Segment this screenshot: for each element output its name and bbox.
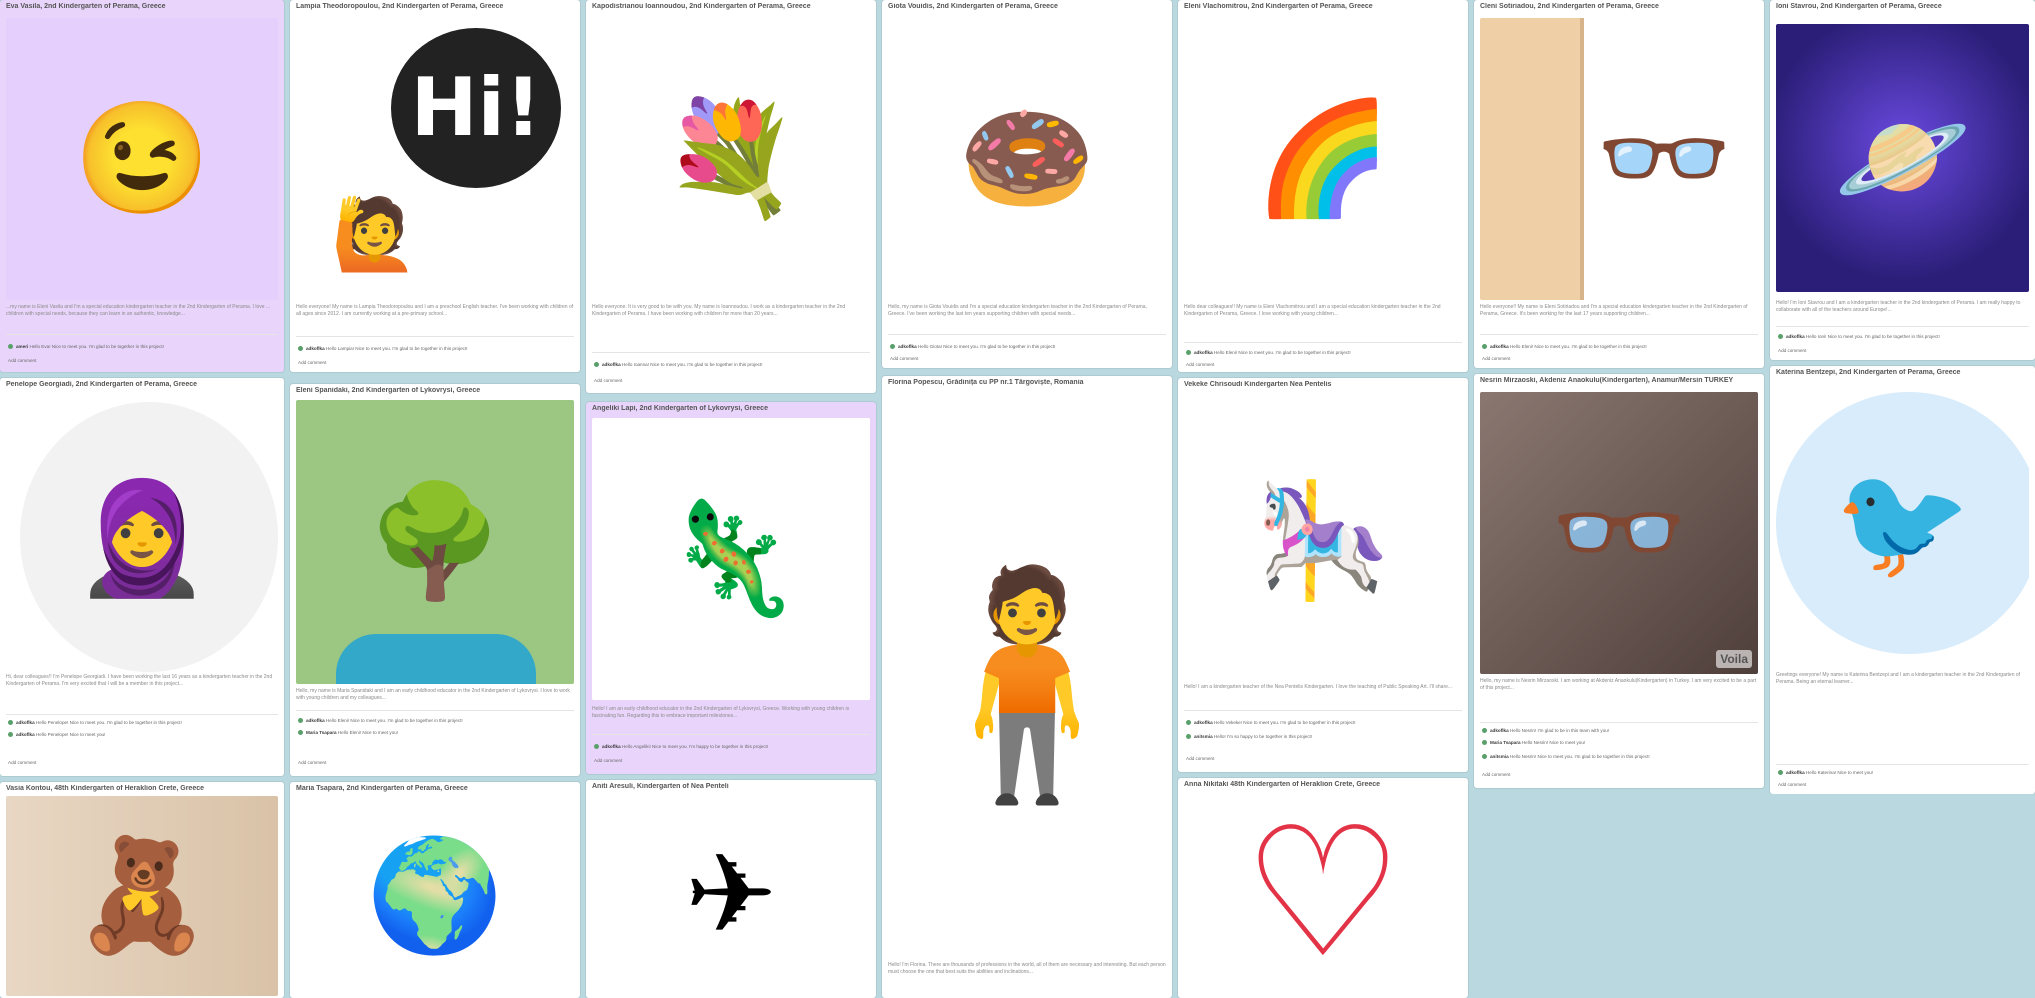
- post-card[interactable]: Lampia Theodoropoulou, 2nd Kindergarten …: [290, 0, 580, 372]
- post-title: Eva Vasila, 2nd Kindergarten of Perama, …: [6, 3, 166, 10]
- post-body: Hello everyone! My name is Lampia Theodo…: [296, 304, 574, 317]
- photo-with-puppet-icon: 🧸: [6, 796, 278, 996]
- add-comment-link[interactable]: Add comment: [8, 760, 276, 766]
- post-body: Hello, my name is Giota Vouidis and I'm …: [888, 304, 1147, 317]
- comment: adkoflka Hello Eleni! Nice to meet you. …: [298, 718, 572, 724]
- post-body: Hi, dear colleagues!! I'm Penelope Georg…: [6, 674, 273, 687]
- bitmoji-globe-icon: 🌍: [296, 796, 574, 996]
- bitmoji-dashed-heart-icon: ♡: [1184, 792, 1462, 996]
- post-body: Hello! I am an early childhood educator …: [592, 706, 850, 719]
- post-title: Vekeke Chrisoudi Kindergarten Nea Pentel…: [1184, 381, 1332, 388]
- comment: adkoflka Hello Vekeke! Nice to meet you.…: [1186, 720, 1460, 726]
- avatar-tree-portrait-icon: 🌳: [296, 400, 574, 684]
- bitmoji-donut-icon: 🍩: [888, 18, 1166, 300]
- post-title: Giota Vouidis, 2nd Kindergarten of Peram…: [888, 3, 1058, 10]
- post-card[interactable]: Eva Vasila, 2nd Kindergarten of Perama, …: [0, 0, 284, 372]
- comment: adkoflka Hello Lampia! Nice to meet you.…: [298, 346, 572, 352]
- bitmoji-full-body-thinking-icon: 🧍: [888, 394, 1166, 974]
- add-comment-link[interactable]: Add comment: [298, 360, 572, 366]
- comment: adkoflka Hello Giota! Nice to meet you. …: [890, 344, 1164, 350]
- post-body: Hello everyone. It is very good to be wi…: [592, 304, 846, 317]
- post-card[interactable]: Anna Nikitaki 48th Kindergarten of Herak…: [1178, 778, 1468, 998]
- post-title: Cleni Sotiriadou, 2nd Kindergarten of Pe…: [1480, 3, 1659, 10]
- post-card[interactable]: Eleni Vlachomitrou, 2nd Kindergarten of …: [1178, 0, 1468, 372]
- comment: adkoflka Hello Ioni! Nice to meet you. I…: [1778, 334, 2027, 340]
- add-comment-link[interactable]: Add comment: [1186, 362, 1460, 368]
- comment: anitsmia Hello! I'm so happy to be toget…: [1186, 734, 1460, 740]
- post-title: Ioni Stavrou, 2nd Kindergarten of Perama…: [1776, 3, 1942, 10]
- add-comment-link[interactable]: Add comment: [1778, 782, 2027, 788]
- bitmoji-hi-speech-bubble-icon: Hi! 🙋: [296, 18, 574, 300]
- bitmoji-space-heart-planet-icon: 🪐: [1776, 24, 2029, 292]
- add-comment-link[interactable]: Add comment: [1186, 756, 1460, 762]
- post-title: Eleni Vlachomitrou, 2nd Kindergarten of …: [1184, 3, 1373, 10]
- bitmoji-rainbow-slide-icon: 🌈: [1184, 18, 1462, 300]
- comment: adkoflka Hello Nesrin! I'm glad to be in…: [1482, 728, 1756, 734]
- comment: adkoflka Hello Penelope! Nice to meet yo…: [8, 732, 276, 738]
- post-card[interactable]: Penelope Georgiadi, 2nd Kindergarten of …: [0, 378, 284, 776]
- add-comment-link[interactable]: Add comment: [594, 378, 868, 384]
- add-comment-link[interactable]: Add comment: [8, 358, 276, 364]
- post-card[interactable]: Giota Vouidis, 2nd Kindergarten of Peram…: [882, 0, 1172, 368]
- add-comment-link[interactable]: Add comment: [1482, 356, 1756, 362]
- post-body: Hello, my name is Nesrin Mirzaoski. I am…: [1480, 678, 1757, 691]
- comment: adkoflka Hello Ioanna! Nice to meet you.…: [594, 362, 868, 368]
- post-title: Angeliki Lapi, 2nd Kindergarten of Lykov…: [592, 405, 768, 412]
- comment: Maria Tsapara Hello Eleni! Nice to meet …: [298, 730, 572, 736]
- post-card[interactable]: Aniti Aresuli, Kindergarten of Nea Pente…: [586, 780, 876, 998]
- post-title: Florina Popescu, Grădinița cu PP nr.1 Tâ…: [888, 379, 1084, 386]
- post-card[interactable]: Kapodistrianou Ioannoudou, 2nd Kindergar…: [586, 0, 876, 393]
- bitmoji-flowers-bouquet-icon: 💐: [592, 18, 870, 300]
- post-card[interactable]: Florina Popescu, Grădinița cu PP nr.1 Tâ…: [882, 376, 1172, 998]
- post-title: Katerina Bentzepi, 2nd Kindergarten of P…: [1776, 369, 1961, 376]
- post-title: Eleni Spanidaki, 2nd Kindergarten of Lyk…: [296, 387, 481, 394]
- comment: adkoflka Hello Angeliki! Nice to meet yo…: [594, 744, 868, 750]
- comment: adkoflka Hello Eleni! Nice to meet you. …: [1186, 350, 1460, 356]
- post-card[interactable]: Vekeke Chrisoudi Kindergarten Nea Pentel…: [1178, 378, 1468, 772]
- comment: anitsmia Hello Nesrin! Nice to meet you.…: [1482, 754, 1756, 760]
- bitmoji-door-wave-icon: 👓: [1480, 18, 1758, 300]
- post-title: Penelope Georgiadi, 2nd Kindergarten of …: [6, 381, 198, 388]
- post-body: Hello, my name is Maria Spanidaki and I …: [296, 688, 570, 701]
- comment: adkoflka Hello Penelope! Nice to meet yo…: [8, 720, 276, 726]
- avatar-3d-blonde-wink-icon: 😉: [6, 18, 278, 300]
- comment: Maria Tsapara Hello Nesrin! Nice to meet…: [1482, 740, 1756, 746]
- add-comment-link[interactable]: Add comment: [890, 356, 1164, 362]
- add-comment-link[interactable]: Add comment: [1482, 772, 1756, 778]
- add-comment-link[interactable]: Add comment: [594, 758, 868, 764]
- add-comment-link[interactable]: Add comment: [1778, 348, 2027, 354]
- post-card[interactable]: Nesrin Mirzaoski, Akdeniz Anaokulu(Kinde…: [1474, 374, 1764, 788]
- post-body: ...my name is Eleni Vasila and I'm a spe…: [6, 304, 271, 317]
- post-body: Hello dear colleagues!! My name is Eleni…: [1184, 304, 1441, 317]
- post-body: Greetings everyone! My name is Katerina …: [1776, 672, 2021, 685]
- bitmoji-axolotl-ride-icon: 🦎: [592, 418, 870, 700]
- post-title: Kapodistrianou Ioannoudou, 2nd Kindergar…: [592, 3, 811, 10]
- post-card[interactable]: Angeliki Lapi, 2nd Kindergarten of Lykov…: [586, 402, 876, 774]
- post-title: Lampia Theodoropoulou, 2nd Kindergarten …: [296, 3, 504, 10]
- post-body: Hello everyone!! My name is Eleni Sotiri…: [1480, 304, 1748, 317]
- post-card[interactable]: Vasia Kontou, 48th Kindergarten of Herak…: [0, 782, 284, 998]
- post-body: Hello! I am a kindergarten teacher of th…: [1184, 684, 1453, 690]
- comment: adkoflka Hello Katerina! Nice to meet yo…: [1778, 770, 2027, 776]
- post-card[interactable]: Eleni Spanidaki, 2nd Kindergarten of Lyk…: [290, 384, 580, 776]
- comment: ameri Hello Eva! Nice to meet you. I'm g…: [8, 344, 276, 350]
- padlet-board: Eva Vasila, 2nd Kindergarten of Perama, …: [0, 0, 2035, 998]
- voila-ai-artist-portrait-icon: 👓 Voila: [1480, 392, 1758, 674]
- comment: adkoflka Hello Eleni! Nice to meet you. …: [1482, 344, 1756, 350]
- board-background: [1474, 794, 2035, 998]
- post-title: Nesrin Mirzaoski, Akdeniz Anaokulu(Kinde…: [1480, 377, 1734, 384]
- post-body: Hello! I'm Florina. There are thousands …: [888, 962, 1166, 975]
- post-card[interactable]: Katerina Bentzepi, 2nd Kindergarten of P…: [1770, 366, 2035, 794]
- bitmoji-headband-portrait-icon: 🧕: [6, 396, 278, 682]
- post-card[interactable]: Cleni Sotiriadou, 2nd Kindergarten of Pe…: [1474, 0, 1764, 368]
- post-card[interactable]: Ioni Stavrou, 2nd Kindergarten of Perama…: [1770, 0, 2035, 360]
- post-body: Hello! I'm Ioni Stavrou and I am a kinde…: [1776, 300, 2021, 313]
- bitmoji-carousel-horse-icon: 🎠: [1184, 400, 1462, 682]
- bitmoji-birds-branch-icon: 🐦: [1776, 382, 2029, 664]
- post-card[interactable]: Maria Tsapara, 2nd Kindergarten of Peram…: [290, 782, 580, 998]
- add-comment-link[interactable]: Add comment: [298, 760, 572, 766]
- bitmoji-paper-plane-icon: ✈: [592, 794, 870, 996]
